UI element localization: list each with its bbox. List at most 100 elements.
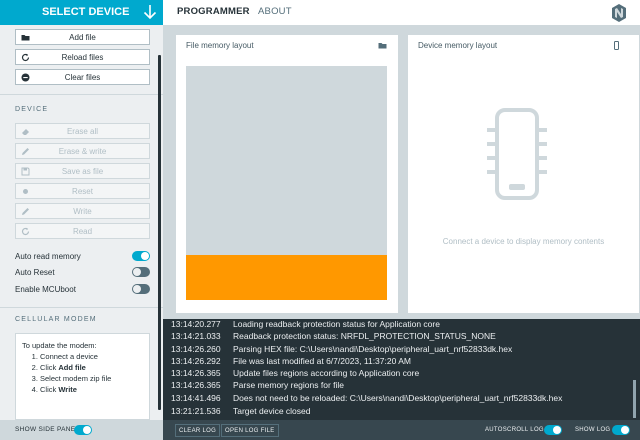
- device-memory-layout-title: Device memory layout: [418, 41, 498, 50]
- toggle-knob: [621, 426, 629, 434]
- log-message: Readback protection status: NRFDL_PROTEC…: [233, 331, 496, 341]
- phone-icon: [614, 41, 619, 50]
- log-entry: 13:14:41.496 Does not need to be reloaded…: [171, 393, 562, 403]
- file-memory-empty-region: [186, 66, 387, 255]
- log-message: Parse memory regions for file: [233, 380, 345, 390]
- log-time: 13:21:21.536: [171, 406, 221, 416]
- show-side-panel-toggle[interactable]: [74, 425, 92, 435]
- erase-write-button[interactable]: Erase & write: [15, 143, 150, 159]
- divider: [0, 94, 163, 95]
- toggle-knob: [133, 268, 141, 276]
- log-time: 13:14:41.496: [171, 393, 221, 403]
- log-entry: 13:14:26.365 Update files regions accordi…: [171, 368, 419, 378]
- autoscroll-log-toggle[interactable]: [544, 425, 562, 435]
- log-message: Update files regions according to Applic…: [233, 368, 420, 378]
- minus-circle-icon: [21, 73, 30, 82]
- pencil-icon: [22, 148, 29, 155]
- dot-icon: [23, 189, 28, 194]
- log-entry: 13:14:21.033 Readback protection status: …: [171, 331, 496, 341]
- modem-step-text: Click: [40, 363, 59, 372]
- save-as-file-button[interactable]: Save as file: [15, 163, 150, 179]
- reload-files-label: Reload files: [61, 52, 104, 62]
- autoscroll-log-label: AUTOSCROLL LOG: [485, 427, 544, 433]
- folder-icon[interactable]: [378, 41, 387, 50]
- modem-instructions: To update the modem: Connect a device Cl…: [15, 333, 150, 420]
- log-time: 13:14:20.277: [171, 319, 221, 329]
- modem-step: Click Add file: [40, 362, 143, 373]
- save-icon: [21, 167, 30, 176]
- file-memory-layout-panel: File memory layout: [176, 35, 398, 313]
- nordic-logo-icon: [612, 4, 626, 22]
- pencil-icon: [22, 208, 29, 215]
- log-time: 13:14:26.260: [171, 344, 221, 354]
- show-log-label: SHOW LOG: [575, 427, 611, 433]
- toggle-knob: [141, 252, 149, 260]
- divider: [0, 307, 163, 308]
- enable-mcuboot-toggle-row: Enable MCUboot: [15, 284, 150, 296]
- open-log-file-button[interactable]: OPEN LOG FILE: [221, 424, 279, 437]
- auto-read-memory-label: Auto read memory: [15, 252, 81, 261]
- erase-all-label: Erase all: [66, 126, 99, 136]
- erase-all-button[interactable]: Erase all: [15, 123, 150, 139]
- file-memory-region[interactable]: [186, 255, 387, 300]
- show-log-toggle[interactable]: [612, 425, 630, 435]
- write-button[interactable]: Write: [15, 203, 150, 219]
- log-message: Parsing HEX file: C:\Users\nandi\Desktop…: [233, 344, 513, 354]
- log-message: Loading readback protection status for A…: [233, 319, 440, 329]
- auto-reset-label: Auto Reset: [15, 268, 55, 277]
- enable-mcuboot-label: Enable MCUboot: [15, 285, 76, 294]
- modem-step: Click Write: [40, 384, 143, 395]
- toggle-knob: [133, 285, 141, 293]
- auto-reset-toggle[interactable]: [132, 267, 150, 277]
- clear-files-button[interactable]: Clear files: [15, 69, 150, 85]
- log-panel: 13:14:20.277 Loading readback protection …: [163, 319, 640, 420]
- arrow-down-icon: [143, 5, 157, 20]
- log-entry: 13:14:26.365 Parse memory regions for fil…: [171, 380, 344, 390]
- auto-read-memory-toggle[interactable]: [132, 251, 150, 261]
- log-message: Does not need to be reloaded: C:\Users\n…: [233, 393, 563, 403]
- reset-button[interactable]: Reset: [15, 183, 150, 199]
- log-entry: 13:21:21.536 Target device closed: [171, 406, 311, 416]
- eraser-icon: [22, 129, 29, 135]
- modem-step-text: Click: [40, 385, 59, 394]
- modem-intro: To update the modem:: [22, 341, 97, 350]
- chip-icon: [487, 108, 547, 200]
- write-label: Write: [73, 206, 92, 216]
- toggle-knob: [553, 426, 561, 434]
- reload-files-button[interactable]: Reload files: [15, 49, 150, 65]
- log-time: 13:14:26.292: [171, 356, 221, 366]
- log-time: 13:14:26.365: [171, 368, 221, 378]
- add-file-button[interactable]: Add file: [15, 29, 150, 45]
- tab-about[interactable]: ABOUT: [258, 6, 292, 17]
- modem-step-bold: Add file: [58, 363, 86, 372]
- file-memory-layout-title: File memory layout: [186, 41, 254, 50]
- modem-step-bold: Write: [58, 385, 77, 394]
- log-scrollbar[interactable]: [633, 380, 636, 418]
- modem-step: Select modem zip file: [40, 373, 143, 384]
- reset-label: Reset: [72, 186, 93, 196]
- read-button[interactable]: Read: [15, 223, 150, 239]
- cellular-modem-section-title: CELLULAR MODEM: [15, 316, 97, 323]
- modem-step: Connect a device: [40, 351, 143, 362]
- top-bar: SELECT DEVICE PROGRAMMER ABOUT: [0, 0, 640, 25]
- refresh-icon: [21, 227, 30, 236]
- add-file-label: Add file: [69, 32, 96, 42]
- read-label: Read: [72, 226, 93, 236]
- clear-log-button[interactable]: CLEAR LOG: [175, 424, 221, 437]
- enable-mcuboot-toggle[interactable]: [132, 284, 150, 294]
- log-entry: 13:14:26.260 Parsing HEX file: C:\Users\n…: [171, 344, 512, 354]
- log-time: 13:14:26.365: [171, 380, 221, 390]
- toggle-knob: [83, 426, 91, 434]
- log-entry: 13:14:20.277 Loading readback protection …: [171, 319, 440, 329]
- sidebar-scrollbar[interactable]: [158, 55, 161, 410]
- select-device-label: SELECT DEVICE: [42, 6, 130, 18]
- log-message: Target device closed: [233, 406, 311, 416]
- show-side-panel-label: SHOW SIDE PANEL: [15, 426, 80, 433]
- save-as-file-label: Save as file: [61, 166, 104, 176]
- reload-icon: [21, 53, 30, 62]
- select-device-button[interactable]: SELECT DEVICE: [0, 0, 163, 25]
- auto-reset-toggle-row: Auto Reset: [15, 267, 150, 279]
- log-message: File was last modified at 6/7/2023, 11:3…: [233, 356, 411, 366]
- folder-icon: [21, 35, 30, 41]
- tab-programmer[interactable]: PROGRAMMER: [177, 6, 250, 17]
